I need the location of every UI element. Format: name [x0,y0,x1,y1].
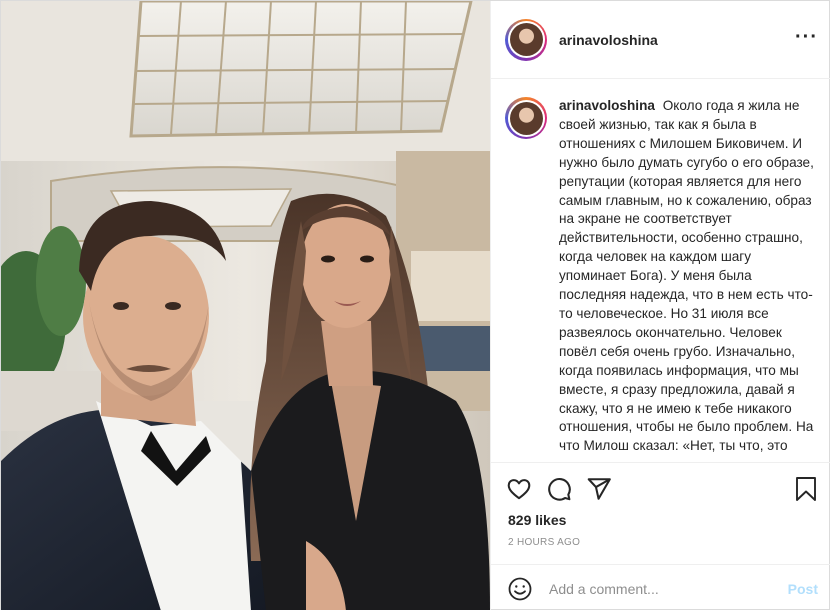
post-comment-button[interactable]: Post [788,581,818,597]
emoji-icon[interactable] [507,576,533,602]
post-timestamp[interactable]: 2 HOURS AGO [508,537,580,548]
actions-section: 829 likes 2 HOURS AGO Post [491,462,830,610]
bookmark-icon[interactable] [792,475,820,503]
avatar-image [509,23,543,56]
post-photo[interactable] [1,1,490,610]
caption-username[interactable]: arinavoloshina [559,98,655,113]
post-photo-image [1,1,490,610]
caption-text: arinavoloshina Около года я жила не свое… [559,97,820,456]
likes-count[interactable]: 829 likes [508,512,566,528]
post-details-panel: arinavoloshina ··· arinavoloshina Около … [490,1,830,610]
caption-avatar-border [507,99,545,137]
heart-icon[interactable] [505,475,533,503]
caption-avatar-image [509,101,543,135]
caption-row: arinavoloshina Около года я жила не свое… [505,97,820,456]
caption-area[interactable]: arinavoloshina Около года я жила не свое… [491,80,830,462]
comment-icon[interactable] [545,475,573,503]
share-icon[interactable] [585,475,613,503]
instagram-post: arinavoloshina ··· arinavoloshina Около … [0,0,830,610]
caption-body: Около года я жила не своей жизнью, так к… [559,98,814,454]
comment-bar: Post [491,564,830,610]
action-icons [505,475,625,503]
comment-input[interactable] [549,580,769,597]
more-horizontal-icon[interactable]: ··· [795,27,818,47]
header-username[interactable]: arinavoloshina [559,32,658,48]
avatar[interactable] [505,18,547,61]
post-header: arinavoloshina ··· [491,1,830,79]
avatar-border [507,21,545,58]
caption-avatar[interactable] [505,97,547,139]
